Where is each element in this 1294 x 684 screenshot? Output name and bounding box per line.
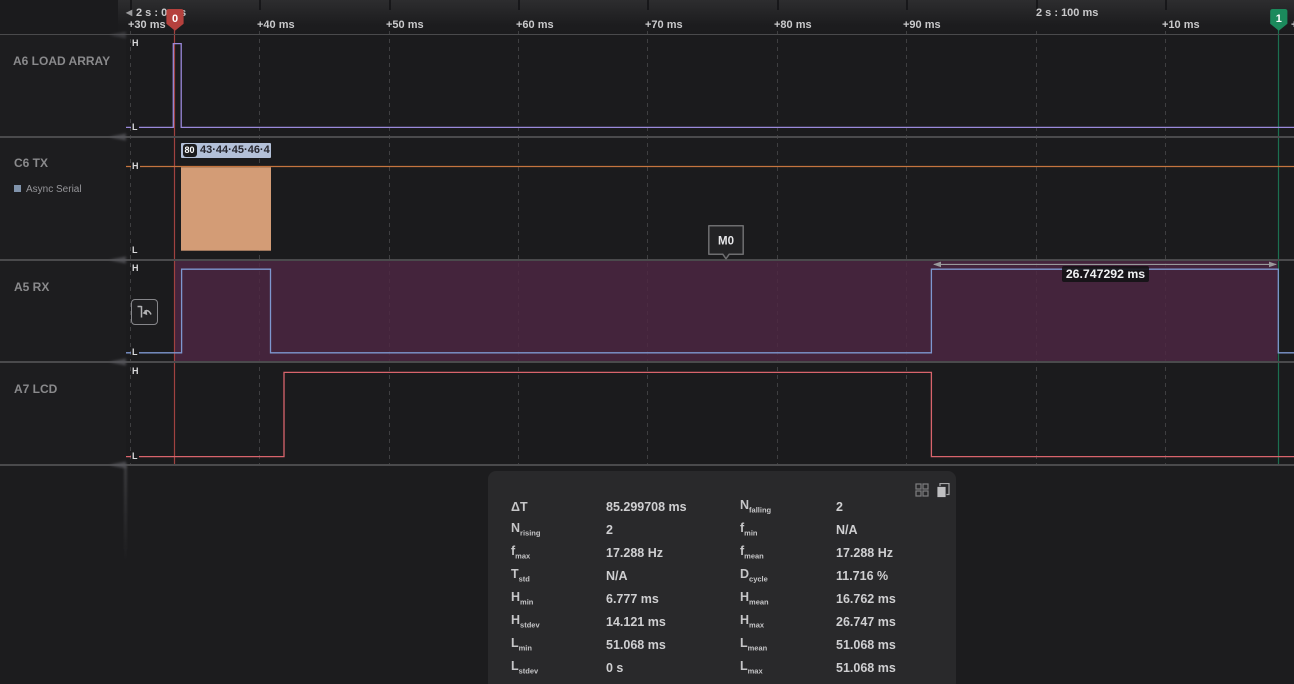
svg-text:1: 1 — [1276, 13, 1282, 25]
svg-text:0: 0 — [172, 13, 178, 25]
svg-text:M0: M0 — [718, 236, 734, 248]
